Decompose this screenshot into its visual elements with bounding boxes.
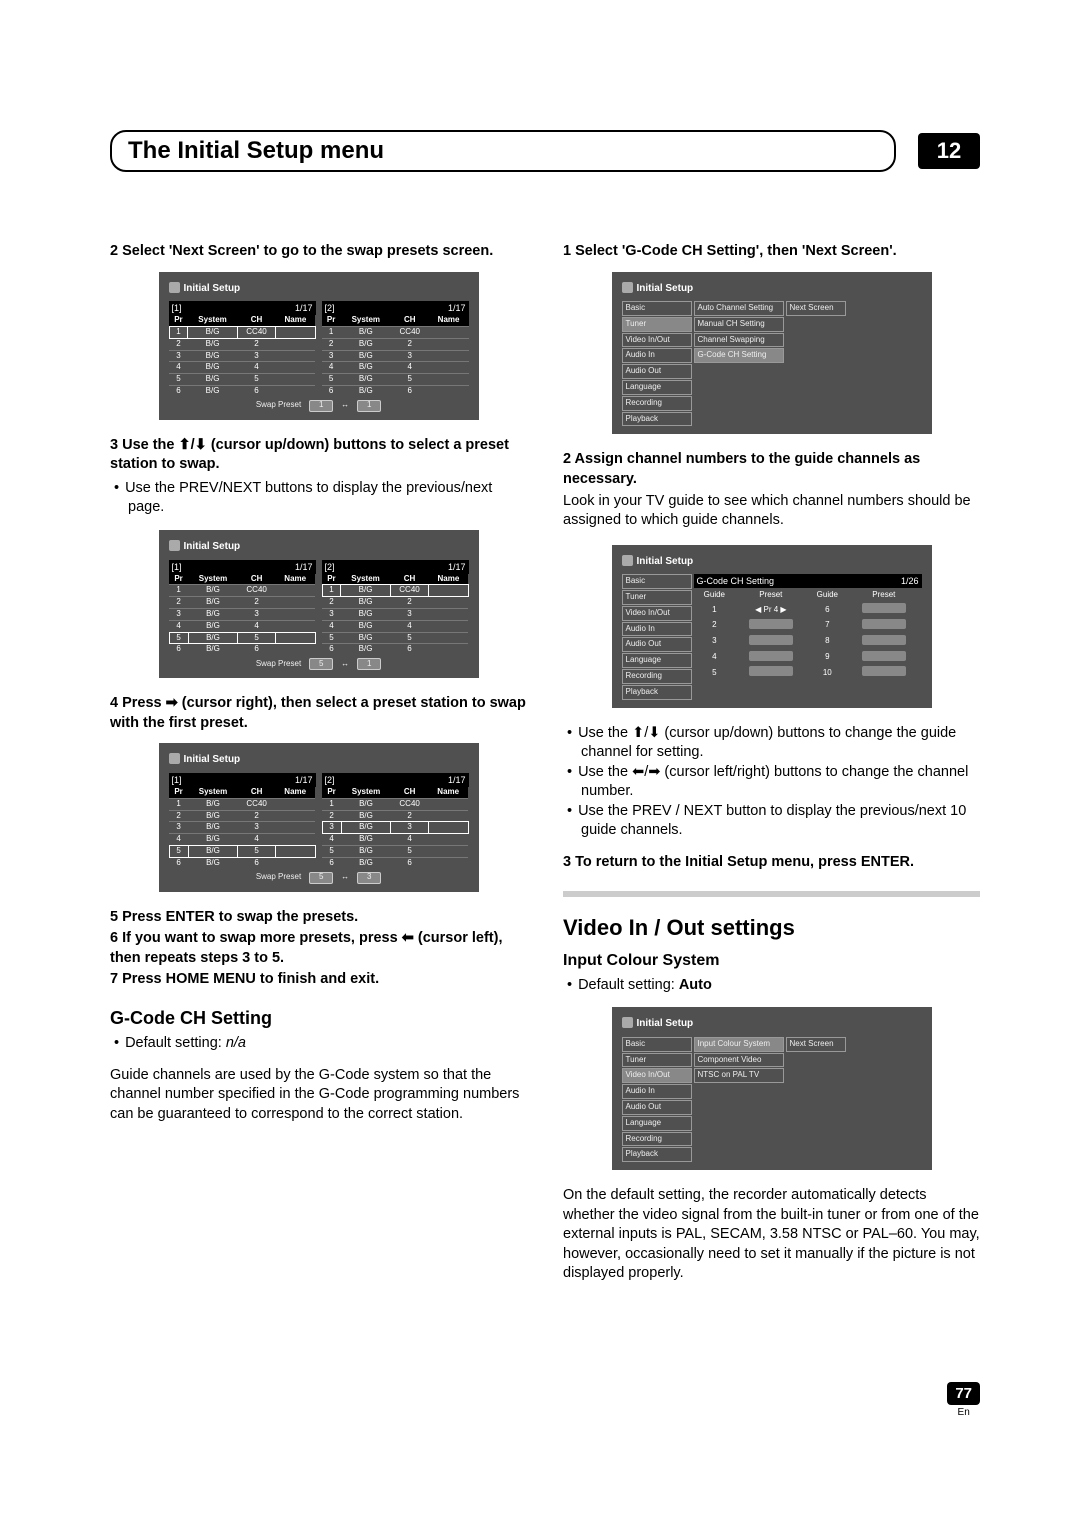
step-5: 5 Press ENTER to swap the presets. [110, 908, 527, 928]
osd-ics: Initial Setup Basic Tuner Video In/Out A… [612, 1007, 932, 1170]
preset-table-left: PrSystemCHName 1B/GCC40 2B/G2 3B/G3 4B/G… [169, 315, 316, 397]
r-bul-1: Use the ⬆/⬇ (cursor up/down) buttons to … [581, 724, 980, 763]
osd-title: Initial Setup [169, 282, 469, 296]
chapter-number-badge: 12 [918, 133, 980, 169]
swap-arrows-icon: ↔ [341, 400, 349, 411]
gcode-table: GuidePresetGuidePreset 1◀ Pr 4 ▶6 27 38 … [694, 588, 922, 682]
osd-swap-a: Initial Setup [1]1/17 PrSystemCHName 1B/… [159, 272, 479, 420]
step-3-bullet: Use the PREV/NEXT buttons to display the… [128, 479, 527, 518]
ics-default: Default setting: Auto [581, 976, 980, 996]
swap-arrows-icon: ↔ [341, 872, 349, 883]
gcode-default: Default setting: n/a [128, 1034, 527, 1054]
right-column: 1 Select 'G-Code CH Setting', then 'Next… [563, 242, 980, 1298]
chapter-header: The Initial Setup menu 12 [110, 130, 980, 172]
gcode-body: Guide channels are used by the G-Code sy… [110, 1066, 527, 1125]
r-step-2: 2 Assign channel numbers to the guide ch… [563, 450, 980, 489]
r-step-1: 1 Select 'G-Code CH Setting', then 'Next… [563, 242, 980, 262]
osd-swap-b: Initial Setup [1]1/17 PrSystemCHName 1B/… [159, 530, 479, 678]
section-rule [563, 891, 980, 897]
r-step-2-body: Look in your TV guide to see which chann… [563, 492, 980, 531]
swap-arrows-icon: ↔ [341, 659, 349, 670]
step-7: 7 Press HOME MENU to finish and exit. [110, 970, 527, 990]
video-io-heading: Video In / Out settings [563, 913, 980, 943]
osd-gcode-nav: Initial Setup Basic Tuner Video In/Out A… [612, 272, 932, 435]
step-6: 6 If you want to swap more presets, pres… [110, 929, 527, 968]
page-number: 77 [947, 1382, 980, 1405]
chapter-title-outline: The Initial Setup menu [110, 130, 896, 172]
r-bul-3: Use the PREV / NEXT button to display th… [581, 802, 980, 841]
r-bul-2: Use the ⬅/➡ (cursor left/right) buttons … [581, 763, 980, 802]
page-language: En [947, 1407, 980, 1418]
ics-heading: Input Colour System [563, 950, 980, 972]
osd-gcode-table: Initial Setup Basic Tuner Video In/Out A… [612, 545, 932, 708]
ics-body: On the default setting, the recorder aut… [563, 1186, 980, 1284]
step-4: 4 Press ➡ (cursor right), then select a … [110, 694, 527, 733]
chapter-title: The Initial Setup menu [128, 137, 384, 164]
r-step-3: 3 To return to the Initial Setup menu, p… [563, 853, 980, 873]
step-2: 2 Select 'Next Screen' to go to the swap… [110, 242, 527, 262]
gcode-heading: G-Code CH Setting [110, 1006, 527, 1030]
step-3: 3 Use the ⬆/⬇ (cursor up/down) buttons t… [110, 436, 527, 475]
manual-page: The Initial Setup menu 12 2 Select 'Next… [0, 0, 1080, 1528]
left-column: 2 Select 'Next Screen' to go to the swap… [110, 242, 527, 1298]
preset-table-right: PrSystemCHName 1B/GCC40 2B/G2 3B/G3 4B/G… [322, 315, 469, 397]
page-footer: 77 En [947, 1382, 980, 1418]
osd-swap-c: Initial Setup [1]1/17 PrSystemCHName 1B/… [159, 743, 479, 891]
